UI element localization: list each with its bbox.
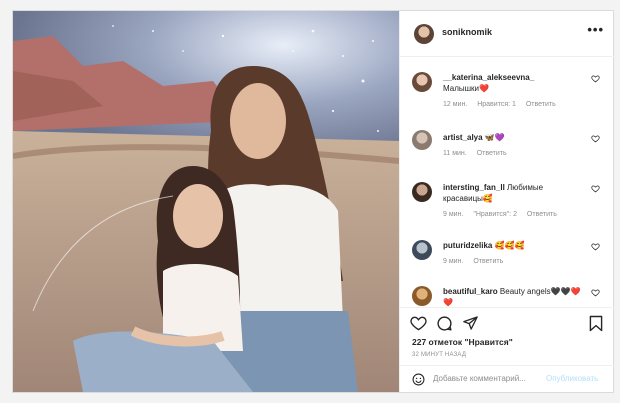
comment-body: artist_alya 🦋💜 11 мин. Ответить [443, 132, 583, 159]
comment-meta: 9 мин. "Нравится": 2 Ответить [443, 209, 583, 220]
comment-input[interactable]: Добавьте комментарий... [433, 374, 526, 383]
heart-icon[interactable] [591, 74, 600, 83]
comment-time: 12 мин. [443, 101, 468, 108]
comment-username[interactable]: __katerina_alekseevna_ [443, 73, 534, 82]
comment-likes[interactable]: "Нравится": 2 [473, 211, 517, 218]
heart-icon[interactable] [591, 288, 600, 297]
reply-button[interactable]: Ответить [526, 101, 556, 108]
comment-username[interactable]: puturidzelika [443, 241, 492, 250]
comment-time: 11 мин. [443, 150, 467, 157]
post-card: soniknomik ••• __katerina_alekseevna_ Ма… [12, 10, 614, 393]
comment-meta: 11 мин. Ответить [443, 148, 583, 159]
post-header: soniknomik ••• [400, 11, 614, 57]
comment-text: 🥰🥰🥰 [494, 241, 525, 250]
author-avatar[interactable] [414, 24, 434, 44]
comment-text: 🦋💜 [484, 133, 505, 142]
photo-illustration [13, 11, 399, 392]
comment-compose: Добавьте комментарий... Опубликовать [400, 365, 614, 392]
bookmark-icon[interactable] [589, 315, 603, 332]
comment-meta: 12 мин. Нравится: 1 Ответить [443, 99, 583, 110]
side-panel: soniknomik ••• __katerina_alekseevna_ Ма… [399, 11, 614, 392]
heart-icon[interactable] [591, 134, 600, 143]
comment-body: beautiful_karo Beauty angels🖤🖤❤️❤️ [443, 286, 583, 307]
comment-username[interactable]: artist_alya [443, 133, 483, 142]
heart-icon[interactable] [410, 316, 427, 331]
commenter-avatar[interactable] [412, 240, 432, 260]
comment-body: intersting_fan_ll Любимые красавицы🥰 9 м… [443, 182, 583, 220]
author-username[interactable]: soniknomik [442, 27, 492, 37]
post-timestamp: 32 минут назад [412, 352, 467, 358]
commenter-avatar[interactable] [412, 286, 432, 306]
comment-body: __katerina_alekseevna_ Малышки❤️ 12 мин.… [443, 72, 583, 110]
commenter-avatar[interactable] [412, 130, 432, 150]
comment-time: 9 мин. [443, 211, 464, 218]
post-comment-button[interactable]: Опубликовать [546, 374, 598, 383]
commenter-avatar[interactable] [412, 72, 432, 92]
emoji-icon[interactable] [412, 373, 425, 386]
comment-likes[interactable]: Нравится: 1 [477, 101, 516, 108]
heart-icon[interactable] [591, 242, 600, 251]
post-photo[interactable] [13, 11, 399, 392]
commenter-avatar[interactable] [412, 182, 432, 202]
comment-username[interactable]: intersting_fan_ll [443, 183, 505, 192]
reply-button[interactable]: Ответить [473, 258, 503, 265]
reply-button[interactable]: Ответить [477, 150, 507, 157]
reply-button[interactable]: Ответить [527, 211, 557, 218]
action-bar: 227 отметок "Нравится" 32 минут назад [400, 307, 614, 365]
comment-text: Малышки❤️ [443, 84, 489, 93]
comment-time: 9 мин. [443, 258, 464, 265]
more-icon[interactable]: ••• [587, 22, 604, 37]
comment-body: puturidzelika 🥰🥰🥰 9 мин. Ответить [443, 240, 583, 267]
comments-list[interactable]: __katerina_alekseevna_ Малышки❤️ 12 мин.… [400, 58, 614, 307]
comment-meta: 9 мин. Ответить [443, 256, 583, 267]
share-icon[interactable] [462, 315, 479, 331]
comment-username[interactable]: beautiful_karo [443, 287, 498, 296]
comment-icon[interactable] [436, 315, 453, 332]
like-count[interactable]: 227 отметок "Нравится" [412, 337, 513, 347]
heart-icon[interactable] [591, 184, 600, 193]
